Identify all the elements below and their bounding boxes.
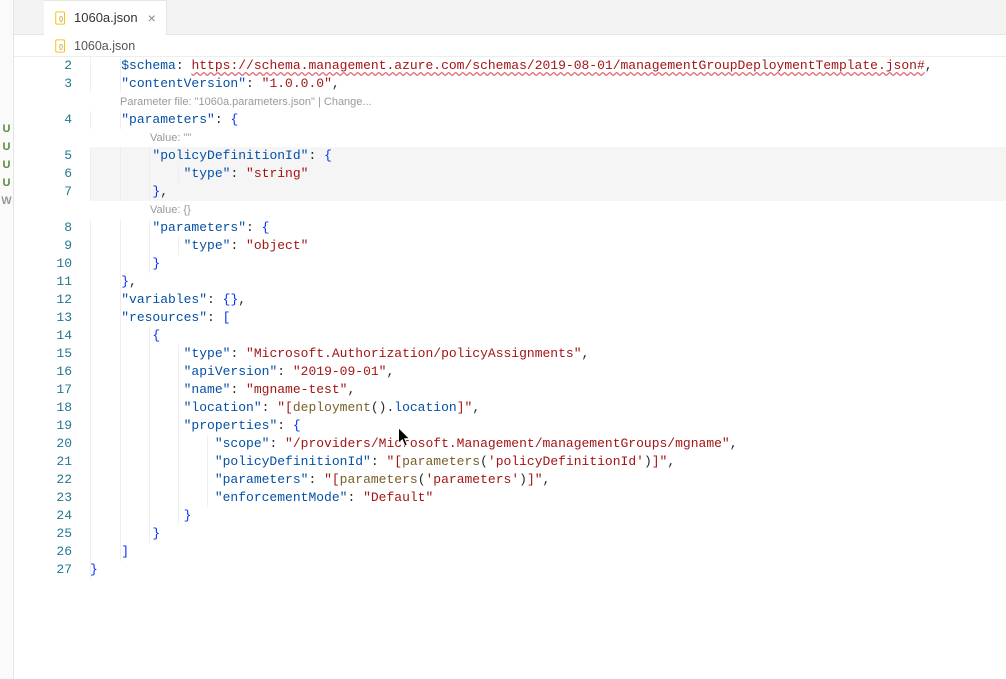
line-number: 8 bbox=[14, 219, 90, 237]
line-number: 25 bbox=[14, 525, 90, 543]
code-line[interactable]: "type": "string" bbox=[90, 165, 1006, 183]
line-number: 26 bbox=[14, 543, 90, 561]
code-line[interactable]: "parameters": { bbox=[90, 219, 1006, 237]
line-number: 20 bbox=[14, 435, 90, 453]
code-line[interactable]: } bbox=[90, 255, 1006, 273]
code-line[interactable]: "contentVersion": "1.0.0.0", bbox=[90, 75, 1006, 93]
breadcrumb-filename: 1060a.json bbox=[74, 39, 135, 53]
code-area[interactable]: $schema: https://schema.management.azure… bbox=[90, 57, 1006, 679]
tab-filename: 1060a.json bbox=[74, 10, 138, 25]
code-line[interactable]: "scope": "/providers/Microsoft.Managemen… bbox=[90, 435, 1006, 453]
code-line[interactable]: "type": "object" bbox=[90, 237, 1006, 255]
code-line[interactable]: } bbox=[90, 561, 1006, 579]
line-number: 21 bbox=[14, 453, 90, 471]
code-editor[interactable]: 2345678910111213141516171819202122232425… bbox=[14, 57, 1006, 679]
code-line[interactable]: "variables": {}, bbox=[90, 291, 1006, 309]
code-line[interactable]: "name": "mgname-test", bbox=[90, 381, 1006, 399]
editor-tab[interactable]: {} 1060a.json × bbox=[44, 0, 167, 34]
vcs-mark: U bbox=[3, 174, 11, 192]
code-line[interactable]: { bbox=[90, 327, 1006, 345]
vcs-mark: W bbox=[1, 192, 11, 210]
line-number: 11 bbox=[14, 273, 90, 291]
code-line[interactable]: $schema: https://schema.management.azure… bbox=[90, 57, 1006, 75]
line-number: 23 bbox=[14, 489, 90, 507]
svg-text:{}: {} bbox=[59, 43, 63, 50]
json-file-icon: {} bbox=[54, 39, 68, 53]
line-number: 24 bbox=[14, 507, 90, 525]
line-number: 13 bbox=[14, 309, 90, 327]
breadcrumb[interactable]: {} 1060a.json bbox=[14, 35, 1006, 57]
code-line[interactable]: "type": "Microsoft.Authorization/policyA… bbox=[90, 345, 1006, 363]
line-number: 12 bbox=[14, 291, 90, 309]
svg-text:{}: {} bbox=[59, 15, 63, 22]
code-line[interactable]: "parameters": { bbox=[90, 111, 1006, 129]
schema-url[interactable]: https://schema.management.azure.com/sche… bbox=[191, 58, 924, 73]
close-icon[interactable]: × bbox=[144, 10, 156, 26]
line-number: 9 bbox=[14, 237, 90, 255]
code-line[interactable]: "resources": [ bbox=[90, 309, 1006, 327]
code-line[interactable]: "properties": { bbox=[90, 417, 1006, 435]
line-number: 18 bbox=[14, 399, 90, 417]
code-line[interactable]: "apiVersion": "2019-09-01", bbox=[90, 363, 1006, 381]
code-line[interactable]: }, bbox=[90, 273, 1006, 291]
line-number: 2 bbox=[14, 57, 90, 75]
line-number: 16 bbox=[14, 363, 90, 381]
line-number: 17 bbox=[14, 381, 90, 399]
line-number: 22 bbox=[14, 471, 90, 489]
code-line[interactable]: } bbox=[90, 507, 1006, 525]
line-number: 14 bbox=[14, 327, 90, 345]
code-line[interactable]: "location": "[deployment().location]", bbox=[90, 399, 1006, 417]
code-line[interactable]: "parameters": "[parameters('parameters')… bbox=[90, 471, 1006, 489]
code-line[interactable]: "policyDefinitionId": { bbox=[90, 147, 1006, 165]
line-number: 15 bbox=[14, 345, 90, 363]
json-file-icon: {} bbox=[54, 11, 68, 25]
vcs-mark: U bbox=[3, 156, 11, 174]
line-number: 5 bbox=[14, 147, 90, 165]
code-line[interactable]: }, bbox=[90, 183, 1006, 201]
vcs-mark: U bbox=[3, 138, 11, 156]
codelens-parameter-file[interactable]: Parameter file: "1060a.parameters.json" … bbox=[90, 93, 1006, 111]
code-line[interactable]: ] bbox=[90, 543, 1006, 561]
line-number: 6 bbox=[14, 165, 90, 183]
codelens-value-hint: Value: "" bbox=[90, 129, 1006, 147]
code-line[interactable]: } bbox=[90, 525, 1006, 543]
line-number-gutter: 2345678910111213141516171819202122232425… bbox=[14, 57, 90, 679]
line-number: 19 bbox=[14, 417, 90, 435]
vcs-gutter: UUUUW bbox=[0, 0, 14, 679]
code-line[interactable]: "enforcementMode": "Default" bbox=[90, 489, 1006, 507]
line-number: 3 bbox=[14, 75, 90, 93]
line-number: 27 bbox=[14, 561, 90, 579]
code-line[interactable]: "policyDefinitionId": "[parameters('poli… bbox=[90, 453, 1006, 471]
codelens-value-hint: Value: {} bbox=[90, 201, 1006, 219]
line-number: 10 bbox=[14, 255, 90, 273]
tab-bar: {} 1060a.json × bbox=[14, 0, 1006, 35]
line-number: 7 bbox=[14, 183, 90, 201]
line-number: 4 bbox=[14, 111, 90, 129]
vcs-mark: U bbox=[3, 120, 11, 138]
